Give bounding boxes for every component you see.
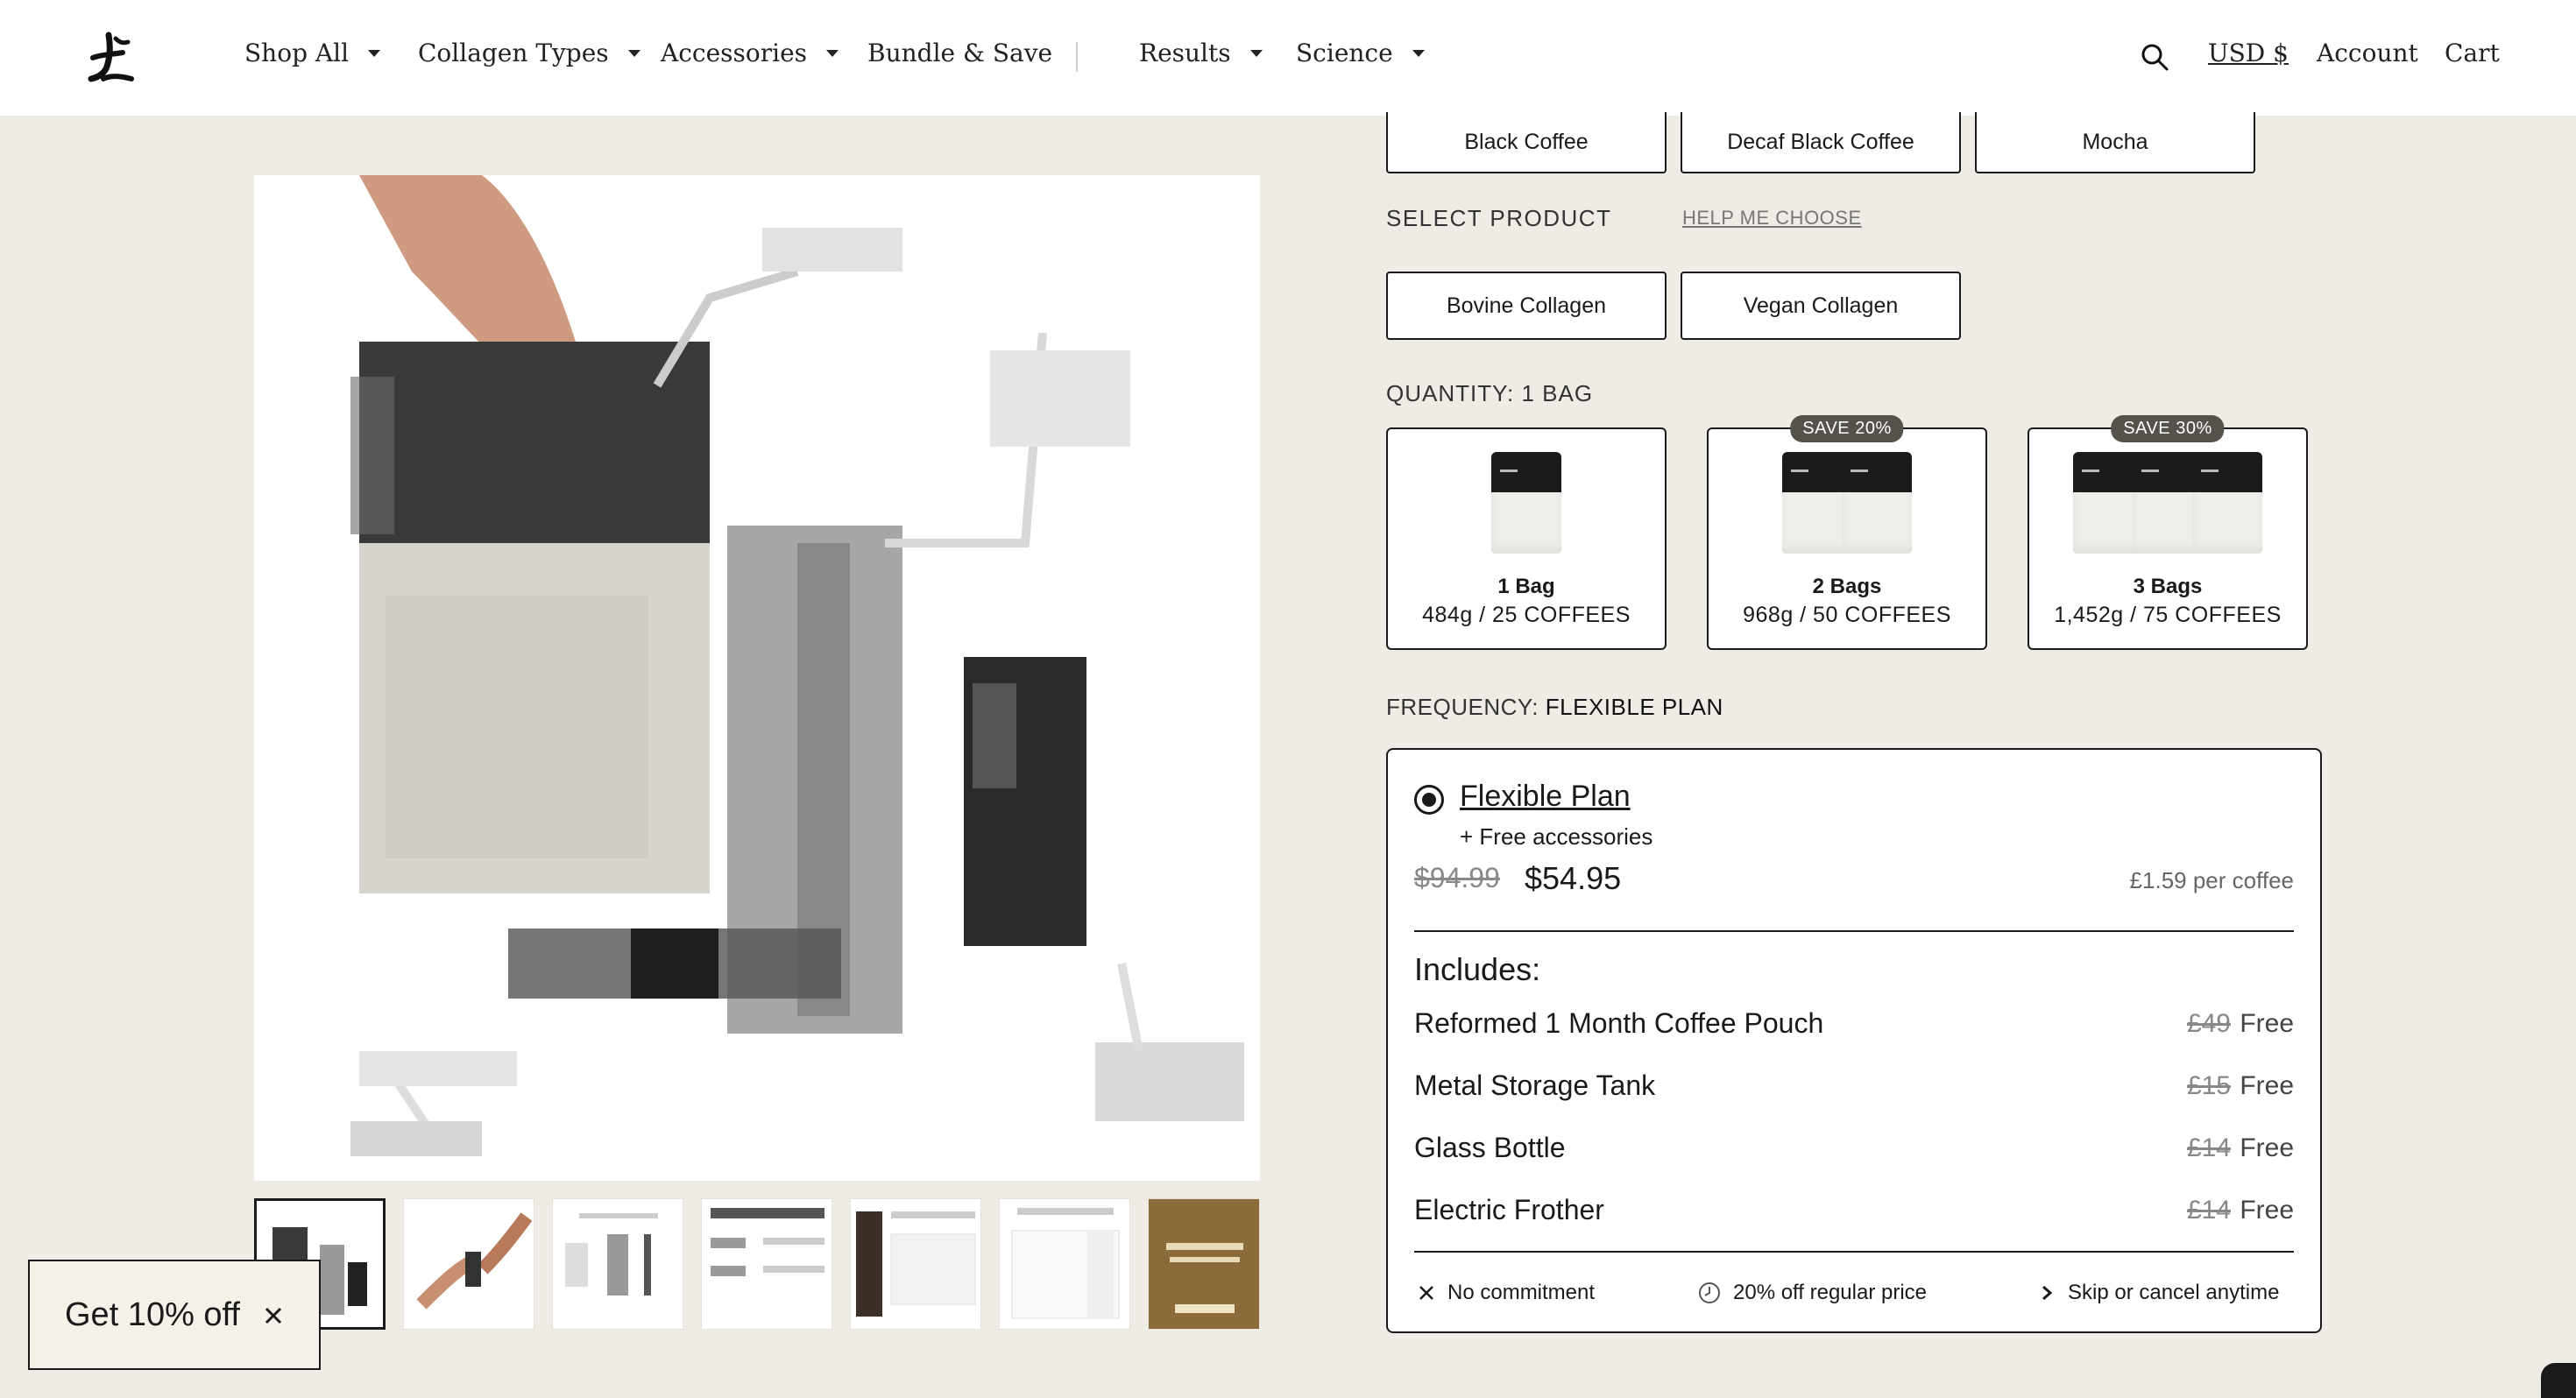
include-row: Glass Bottle £14 Free <box>1414 1132 2294 1167</box>
select-product-label: SELECT PRODUCT <box>1386 205 1612 231</box>
cart-link[interactable]: Cart <box>2445 39 2500 67</box>
plan-title[interactable]: Flexible Plan <box>1460 780 1631 814</box>
quantity-option-1-bag[interactable]: 1 Bag 484g / 25 COFFEES <box>1386 427 1667 650</box>
include-old-price: £49 <box>2186 1009 2231 1038</box>
thumbnail-4[interactable] <box>701 1198 832 1330</box>
nav-label: Shop All <box>244 39 350 67</box>
nav-divider <box>1076 42 1078 72</box>
include-old-price: £15 <box>2186 1071 2231 1100</box>
include-free: Free <box>2240 1009 2294 1038</box>
thumbnail-7[interactable] <box>1148 1198 1260 1330</box>
product-illustration <box>350 175 1244 1156</box>
quantity-option-2-bags[interactable]: SAVE 20% 2 Bags 968g / 50 COFFEES <box>1707 415 1987 650</box>
quantity-option-title: 1 Bag <box>1497 575 1555 598</box>
logo-icon[interactable] <box>84 32 137 84</box>
sale-price: $54.95 <box>1525 860 1622 896</box>
include-free: Free <box>2240 1196 2294 1225</box>
product-bovine-collagen[interactable]: Bovine Collagen <box>1386 272 1667 340</box>
quantity-label-prefix: QUANTITY: <box>1386 380 1515 406</box>
nav-science[interactable]: Science <box>1296 39 1425 67</box>
include-row: Electric Frother £14 Free <box>1414 1194 2294 1229</box>
save-badge: SAVE 20% <box>1790 415 1904 442</box>
pouch-image <box>1782 452 1912 554</box>
save-badge: SAVE 30% <box>2111 415 2225 442</box>
nav-label: Accessories <box>661 39 808 67</box>
site-header: Shop All Collagen Types Accessories Bund… <box>0 0 2576 116</box>
includes-title: Includes: <box>1414 951 1541 987</box>
currency-selector[interactable]: USD $ <box>2208 39 2289 67</box>
include-free: Free <box>2240 1133 2294 1162</box>
include-name: Metal Storage Tank <box>1414 1070 1656 1101</box>
quantity-option-sub: 484g / 25 COFFEES <box>1422 603 1631 627</box>
search-icon[interactable] <box>2140 42 2169 72</box>
clock-icon <box>1699 1282 1720 1303</box>
divider <box>1414 930 2294 932</box>
chat-widget-button[interactable] <box>2541 1363 2576 1398</box>
flavor-mocha[interactable]: Mocha <box>1975 112 2255 173</box>
close-icon <box>1419 1286 1433 1300</box>
plan-extra: + Free accessories <box>1460 823 1653 850</box>
chevron-down-icon <box>826 49 839 57</box>
discount-popup[interactable]: Get 10% off <box>28 1260 321 1370</box>
thumbnail-6[interactable] <box>999 1198 1130 1330</box>
chevron-down-icon <box>1412 49 1425 57</box>
feature-label: Skip or cancel anytime <box>2068 1281 2280 1304</box>
include-free: Free <box>2240 1071 2294 1100</box>
flavor-decaf-black-coffee[interactable]: Decaf Black Coffee <box>1681 112 1961 173</box>
quantity-option-sub: 968g / 50 COFFEES <box>1743 603 1951 627</box>
help-me-choose-link[interactable]: HELP ME CHOOSE <box>1682 207 1862 229</box>
nav-accessories[interactable]: Accessories <box>661 39 839 67</box>
account-link[interactable]: Account <box>2317 39 2418 67</box>
nav-collagen-types[interactable]: Collagen Types <box>418 39 640 67</box>
nav-label: Collagen Types <box>418 39 609 67</box>
original-price: $94.99 <box>1414 862 1500 893</box>
nav-bundle-save[interactable]: Bundle & Save <box>867 39 1052 67</box>
include-name: Electric Frother <box>1414 1194 1604 1225</box>
quantity-label: QUANTITY: 1 BAG <box>1386 380 1593 407</box>
thumbnail-5[interactable] <box>850 1198 981 1330</box>
chevron-down-icon <box>627 49 640 57</box>
product-main-image[interactable] <box>254 175 1260 1181</box>
thumbnail-2[interactable] <box>403 1198 534 1330</box>
quantity-option-title: 3 Bags <box>2133 575 2203 598</box>
divider <box>1414 1251 2294 1253</box>
nav-shop-all[interactable]: Shop All <box>244 39 381 67</box>
include-old-price: £14 <box>2186 1196 2231 1225</box>
pouch-image <box>1491 452 1561 554</box>
discount-label: Get 10% off <box>65 1296 240 1333</box>
close-icon[interactable] <box>256 1298 291 1333</box>
chevron-right-icon <box>2042 1285 2053 1301</box>
feature-skip-cancel: Skip or cancel anytime <box>2038 1281 2279 1305</box>
nav-label: Bundle & Save <box>867 39 1053 67</box>
nav-results[interactable]: Results <box>1139 39 1263 67</box>
frequency-label-prefix: FREQUENCY: <box>1386 694 1539 720</box>
pouch-image <box>2073 452 2262 554</box>
nav-label: Results <box>1139 39 1231 67</box>
frequency-label: FREQUENCY: FLEXIBLE PLAN <box>1386 694 1723 721</box>
nav-label: Science <box>1296 39 1393 67</box>
quantity-current-value: 1 BAG <box>1521 380 1594 406</box>
price-per-coffee: £1.59 per coffee <box>2129 867 2294 893</box>
quantity-option-sub: 1,452g / 75 COFFEES <box>2054 603 2282 627</box>
plan-radio[interactable] <box>1414 785 1444 815</box>
include-row: Reformed 1 Month Coffee Pouch £49 Free <box>1414 1007 2294 1042</box>
feature-label: No commitment <box>1447 1281 1596 1304</box>
include-name: Reformed 1 Month Coffee Pouch <box>1414 1007 1824 1039</box>
quantity-option-title: 2 Bags <box>1812 575 1882 598</box>
flexible-plan-card[interactable]: Flexible Plan + Free accessories $94.99 … <box>1386 748 2322 1333</box>
feature-label: 20% off regular price <box>1733 1281 1928 1304</box>
product-vegan-collagen[interactable]: Vegan Collagen <box>1681 272 1961 340</box>
include-old-price: £14 <box>2186 1133 2231 1162</box>
chevron-down-icon <box>1249 49 1263 57</box>
feature-no-commitment: No commitment <box>1418 1281 1595 1305</box>
feature-discount: 20% off regular price <box>1698 1281 1927 1305</box>
include-row: Metal Storage Tank £15 Free <box>1414 1070 2294 1105</box>
chevron-down-icon <box>368 49 381 57</box>
quantity-option-3-bags[interactable]: SAVE 30% 3 Bags 1,452g / 75 COFFEES <box>2028 415 2308 650</box>
frequency-current-value: FLEXIBLE PLAN <box>1545 694 1723 720</box>
flavor-black-coffee[interactable]: Black Coffee <box>1386 112 1667 173</box>
thumbnail-3[interactable] <box>552 1198 683 1330</box>
include-name: Glass Bottle <box>1414 1132 1566 1163</box>
